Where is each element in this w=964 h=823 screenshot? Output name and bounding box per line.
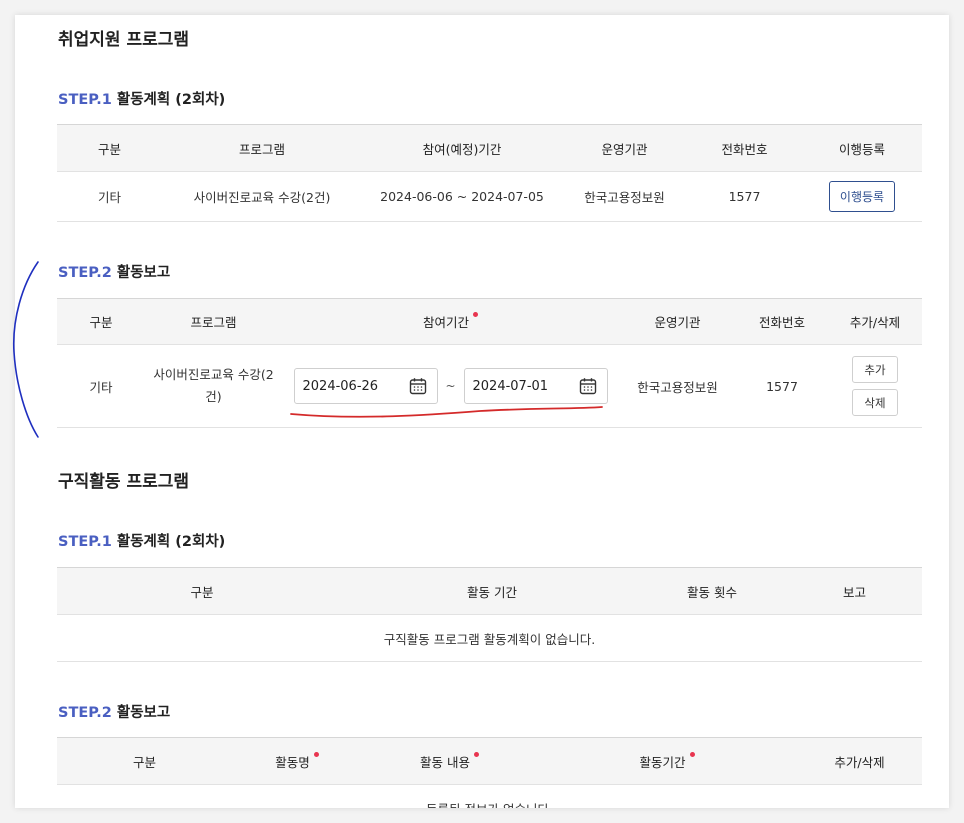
end-date-value: 2024-07-01 — [472, 378, 549, 394]
cell-period: 2024-06-06 ~ 2024-07-05 — [362, 171, 562, 222]
header-org: 운영기관 — [562, 124, 687, 172]
jobsearch-report-table: 구분 활동명 활동 내용 활동기간 추가/삭제 등록된 정보가 없습니다. — [57, 737, 922, 808]
employment-section-title: 취업지원 프로그램 — [58, 30, 190, 50]
table-header-row: 구분 활동 기간 활동 횟수 보고 — [57, 567, 922, 615]
cell-phone: 1577 — [687, 171, 802, 222]
employment-plan-table: 구분 프로그램 참여(예정)기간 운영기관 전화번호 이행등록 기타 사이버진로… — [57, 124, 922, 222]
table-empty-row: 등록된 정보가 없습니다. — [57, 784, 922, 808]
header-org: 운영기관 — [619, 298, 736, 345]
jobsearch-section-title: 구직활동 프로그램 — [58, 472, 190, 492]
header-count: 활동 횟수 — [637, 567, 787, 615]
step-label: 활동보고 — [116, 705, 171, 721]
step-label: 활동보고 — [116, 265, 171, 281]
header-type: 구분 — [57, 737, 232, 785]
cell-program: 사이버진로교육 수강(2건) — [162, 171, 362, 222]
jobsearch-step2-heading: STEP.2 활동보고 — [58, 701, 170, 722]
empty-message: 등록된 정보가 없습니다. — [57, 784, 922, 808]
step-number: STEP.1 — [58, 92, 112, 108]
header-period: 활동 기간 — [347, 567, 637, 615]
cell-type: 기타 — [57, 344, 145, 428]
header-register: 이행등록 — [802, 124, 922, 172]
program-line2: 건) — [205, 389, 222, 404]
employment-report-table: 구분 프로그램 참여기간 운영기관 전화번호 추가/삭제 기타 사이버진로교육 … — [57, 298, 922, 428]
cell-type: 기타 — [57, 171, 162, 222]
cell-add-delete: 추가 삭제 — [828, 344, 922, 428]
header-activity-name-required: 활동명 — [232, 737, 362, 785]
step-number: STEP.2 — [58, 705, 112, 721]
header-type: 구분 — [57, 124, 162, 172]
header-phone: 전화번호 — [687, 124, 802, 172]
header-type: 구분 — [57, 298, 145, 345]
header-add-delete: 추가/삭제 — [828, 298, 922, 345]
cell-register: 이행등록 — [802, 171, 922, 222]
start-date-input[interactable]: 2024-06-26 — [293, 368, 438, 404]
step-label: 활동계획 (2회차) — [116, 534, 226, 550]
header-program: 프로그램 — [145, 298, 282, 345]
register-button[interactable]: 이행등록 — [828, 181, 896, 212]
add-button[interactable]: 추가 — [852, 356, 898, 383]
step-number: STEP.2 — [58, 265, 112, 281]
end-date-input[interactable]: 2024-07-01 — [463, 368, 608, 404]
employment-step2-heading: STEP.2 활동보고 — [58, 261, 170, 282]
table-header-row: 구분 활동명 활동 내용 활동기간 추가/삭제 — [57, 737, 922, 785]
step-number: STEP.1 — [58, 534, 112, 550]
table-header-row: 구분 프로그램 참여(예정)기간 운영기관 전화번호 이행등록 — [57, 124, 922, 172]
header-period-required: 참여기간 — [282, 298, 619, 345]
delete-button[interactable]: 삭제 — [852, 389, 898, 416]
cell-org: 한국고용정보원 — [619, 344, 736, 428]
header-period: 참여(예정)기간 — [362, 124, 562, 172]
header-program: 프로그램 — [162, 124, 362, 172]
empty-message: 구직활동 프로그램 활동계획이 없습니다. — [57, 614, 922, 662]
header-add-delete: 추가/삭제 — [797, 737, 922, 785]
header-phone: 전화번호 — [736, 298, 828, 345]
cell-program: 사이버진로교육 수강(2 건) — [145, 344, 282, 428]
table-empty-row: 구직활동 프로그램 활동계획이 없습니다. — [57, 614, 922, 662]
cell-phone: 1577 — [736, 344, 828, 428]
table-row: 기타 사이버진로교육 수강(2 건) 2024-06-26 ~ 2024-07-… — [57, 344, 922, 428]
step-label: 활동계획 (2회차) — [116, 92, 226, 108]
header-type: 구분 — [57, 567, 347, 615]
header-report: 보고 — [787, 567, 922, 615]
cell-period-inputs: 2024-06-26 ~ 2024-07-01 — [282, 344, 619, 428]
date-range-separator: ~ — [445, 379, 456, 393]
calendar-icon[interactable] — [579, 377, 597, 395]
cell-org: 한국고용정보원 — [562, 171, 687, 222]
main-card: 취업지원 프로그램 STEP.1 활동계획 (2회차) 구분 프로그램 참여(예… — [15, 15, 949, 808]
program-line1: 사이버진로교육 수강(2 — [153, 367, 274, 382]
header-activity-period-required: 활동기간 — [537, 737, 797, 785]
table-header-row: 구분 프로그램 참여기간 운영기관 전화번호 추가/삭제 — [57, 298, 922, 345]
header-activity-content-required: 활동 내용 — [362, 737, 537, 785]
start-date-value: 2024-06-26 — [302, 378, 379, 394]
calendar-icon[interactable] — [409, 377, 427, 395]
jobsearch-step1-heading: STEP.1 활동계획 (2회차) — [58, 530, 225, 551]
table-row: 기타 사이버진로교육 수강(2건) 2024-06-06 ~ 2024-07-0… — [57, 171, 922, 222]
jobsearch-plan-table: 구분 활동 기간 활동 횟수 보고 구직활동 프로그램 활동계획이 없습니다. — [57, 567, 922, 662]
employment-step1-heading: STEP.1 활동계획 (2회차) — [58, 88, 225, 109]
